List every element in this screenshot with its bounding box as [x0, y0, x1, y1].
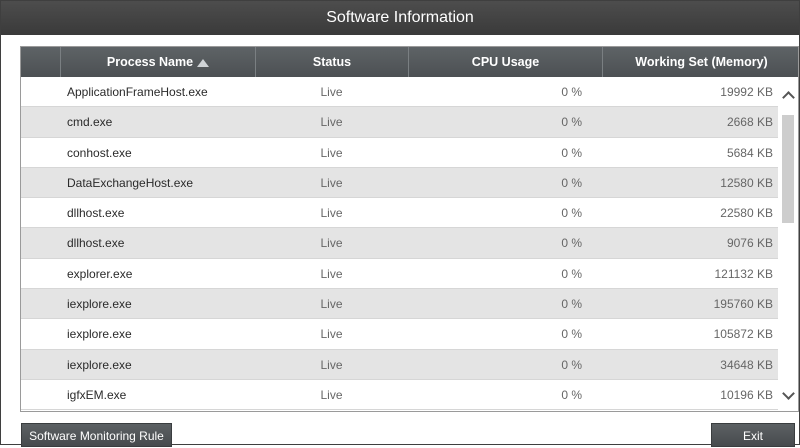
table-row[interactable]: cmd.exe Live 0 % 2668 KB: [21, 107, 780, 138]
header-selector-column: [21, 47, 60, 77]
chevron-down-icon[interactable]: [780, 387, 796, 403]
cpu-usage-cell: 0 %: [561, 115, 582, 130]
process-name-cell: dllhost.exe: [67, 206, 125, 221]
table-row[interactable]: igfxEM.exe Live 0 % 10196 KB: [21, 379, 780, 411]
cpu-usage-cell: 0 %: [561, 327, 582, 342]
cpu-usage-cell: 0 %: [561, 206, 582, 221]
header-cpu-usage-label: CPU Usage: [471, 55, 540, 69]
status-cell: Live: [320, 145, 343, 160]
header-working-set[interactable]: Working Set (Memory): [602, 47, 798, 77]
process-name-cell: cmd.exe: [67, 115, 113, 130]
status-cell: Live: [320, 115, 343, 130]
memory-cell: 195760 KB: [713, 297, 773, 312]
memory-cell: 10196 KB: [720, 387, 773, 402]
process-name-cell: ApplicationFrameHost.exe: [67, 85, 208, 99]
table-body: ApplicationFrameHost.exe Live 0 % 19992 …: [21, 77, 780, 411]
memory-cell: 22580 KB: [720, 206, 773, 221]
memory-cell: 19992 KB: [720, 85, 773, 99]
process-name-cell: iexplore.exe: [67, 357, 132, 372]
table-row[interactable]: ApplicationFrameHost.exe Live 0 % 19992 …: [21, 77, 780, 108]
status-cell: Live: [320, 357, 343, 372]
memory-cell: 121132 KB: [714, 266, 774, 281]
status-cell: Live: [320, 206, 343, 221]
table-row[interactable]: conhost.exe Live 0 % 5684 KB: [21, 137, 780, 168]
process-name-cell: conhost.exe: [67, 145, 132, 160]
status-cell: Live: [320, 327, 343, 342]
process-name-cell: iexplore.exe: [67, 297, 132, 312]
status-cell: Live: [320, 297, 343, 312]
chevron-up-icon[interactable]: [780, 89, 796, 105]
memory-cell: 34648 KB: [720, 357, 773, 372]
table-row[interactable]: iexplore.exe Live 0 % 105872 KB: [21, 319, 780, 350]
header-process-name-label: Process Name: [106, 55, 194, 69]
header-status-label: Status: [312, 55, 352, 69]
process-name-cell: dllhost.exe: [67, 236, 125, 251]
header-working-set-label: Working Set (Memory): [635, 55, 768, 69]
table-row[interactable]: iexplore.exe Live 0 % 34648 KB: [21, 349, 780, 380]
cpu-usage-cell: 0 %: [561, 236, 582, 251]
table-row[interactable]: iexplore.exe Live 0 % 195760 KB: [21, 289, 780, 320]
process-name-cell: explorer.exe: [67, 266, 133, 281]
status-cell: Live: [320, 85, 343, 99]
vertical-scrollbar[interactable]: [778, 77, 798, 411]
memory-cell: 105872 KB: [713, 327, 773, 342]
sort-ascending-icon: [197, 59, 210, 67]
cpu-usage-cell: 0 %: [561, 175, 582, 190]
cpu-usage-cell: 0 %: [561, 297, 582, 312]
process-name-cell: DataExchangeHost.exe: [67, 175, 194, 190]
software-monitoring-rule-button[interactable]: Software Monitoring Rule: [21, 423, 172, 447]
header-cpu-usage[interactable]: CPU Usage: [408, 47, 602, 77]
table-row[interactable]: dllhost.exe Live 0 % 9076 KB: [21, 228, 780, 259]
scrollbar-thumb[interactable]: [782, 115, 794, 223]
process-name-cell: igfxEM.exe: [67, 387, 127, 402]
window-title: Software Information: [1, 1, 799, 35]
header-process-name[interactable]: Process Name: [60, 47, 255, 77]
software-information-window: Software Information Process Name Status…: [0, 0, 800, 447]
status-cell: Live: [320, 266, 343, 281]
memory-cell: 9076 KB: [726, 236, 773, 251]
status-cell: Live: [320, 387, 343, 402]
cpu-usage-cell: 0 %: [561, 357, 582, 372]
table-row[interactable]: DataExchangeHost.exe Live 0 % 12580 KB: [21, 167, 780, 199]
cpu-usage-cell: 0 %: [561, 85, 582, 99]
memory-cell: 2668 KB: [726, 115, 773, 130]
status-cell: Live: [320, 236, 343, 251]
table-header: Process Name Status CPU Usage Working Se…: [21, 47, 798, 77]
exit-button[interactable]: Exit: [711, 423, 795, 447]
header-status[interactable]: Status: [255, 47, 408, 77]
cpu-usage-cell: 0 %: [561, 387, 582, 402]
memory-cell: 5684 KB: [726, 145, 773, 160]
cpu-usage-cell: 0 %: [561, 145, 582, 160]
process-table: Process Name Status CPU Usage Working Se…: [20, 46, 799, 412]
memory-cell: 12580 KB: [720, 175, 773, 190]
status-cell: Live: [320, 175, 343, 190]
table-row[interactable]: dllhost.exe Live 0 % 22580 KB: [21, 198, 780, 229]
table-row[interactable]: explorer.exe Live 0 % 121132 KB: [21, 258, 780, 290]
process-name-cell: iexplore.exe: [67, 327, 132, 342]
cpu-usage-cell: 0 %: [561, 266, 582, 281]
